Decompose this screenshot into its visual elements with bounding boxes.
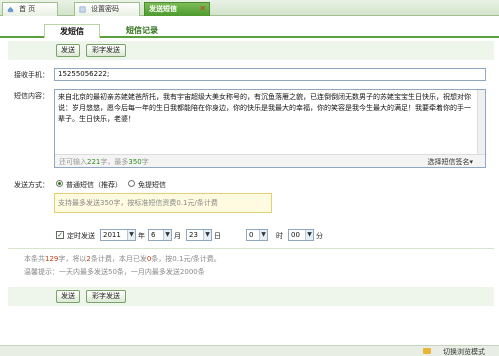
day-select[interactable]: 23 ▼ xyxy=(186,229,212,241)
tab-home-label: 首 页 xyxy=(19,5,36,13)
max-count: 350 xyxy=(128,158,142,166)
folder-icon xyxy=(423,348,431,354)
timed-send-label: 定时发送 xyxy=(67,232,95,240)
phone-input[interactable]: 15255056222; xyxy=(54,68,486,81)
year-select[interactable]: 2011 ▼ xyxy=(100,229,136,241)
toolbar xyxy=(8,41,494,60)
tab-set-password-label: 设置密码 xyxy=(91,5,119,13)
billing-summary: 本条共129字，将以2条计费，本月已发0条，按0.1元/条计费。 xyxy=(24,255,221,263)
switch-view-mode[interactable]: 切换浏览模式 xyxy=(443,347,485,356)
chevron-down-icon: ▼ xyxy=(259,230,267,240)
tab-set-password[interactable]: 设置密码 xyxy=(74,2,140,16)
hour-select[interactable]: 0 ▼ xyxy=(246,229,268,241)
textarea-footer: 还可输入221字，最多350字 选择短信签名▾ xyxy=(55,154,485,167)
chevron-down-icon: ▼ xyxy=(203,230,211,240)
content-label: 短信内容： xyxy=(14,92,49,100)
message-text: 来自北京的最初亲苏姥姥爸所托，我有宇宙超级大美女称号的，有沉鱼落雁之貌，已连倒倒… xyxy=(58,93,471,123)
phone-label: 接收手机： xyxy=(14,71,49,79)
send-mode-label: 发送方式： xyxy=(14,181,49,189)
free-sms-radio[interactable] xyxy=(128,180,135,187)
divider xyxy=(8,248,494,249)
chevron-down-icon: ▼ xyxy=(163,230,171,240)
hour-unit: 时 xyxy=(276,232,283,240)
tab-send-sms[interactable]: 发送短信 ✕ xyxy=(144,2,210,16)
window-tab-bar: 首 页 设置密码 发送短信 ✕ xyxy=(0,0,499,16)
textarea-scrollbar[interactable] xyxy=(477,90,485,155)
tab-send-message[interactable]: 发短信 xyxy=(44,24,100,38)
send-button-bottom[interactable]: 发送 xyxy=(56,290,80,303)
message-textarea[interactable]: 来自北京的最初亲苏姥姥爸所托，我有宇宙超级大美女称号的，有沉鱼落雁之貌，已连倒倒… xyxy=(54,89,486,168)
free-sms-label: 免提短信 xyxy=(138,181,166,189)
page-icon xyxy=(79,6,86,13)
chevron-down-icon: ▼ xyxy=(127,230,135,240)
chevron-down-icon: ▼ xyxy=(305,230,313,240)
month-select[interactable]: 6 ▼ xyxy=(148,229,172,241)
minute-select[interactable]: 00 ▼ xyxy=(288,229,314,241)
timed-send-checkbox[interactable]: ✓ xyxy=(56,231,64,239)
color-send-button-top[interactable]: 彩字发送 xyxy=(86,44,126,57)
color-send-button-bottom[interactable]: 彩字发送 xyxy=(86,290,126,303)
status-bar: 切换浏览模式 xyxy=(0,345,499,356)
minute-unit: 分 xyxy=(316,232,323,240)
bottom-toolbar xyxy=(8,287,494,306)
normal-sms-label: 普通短信（推荐） xyxy=(66,181,122,189)
month-unit: 月 xyxy=(174,232,181,240)
send-mode-hint: 支持最多发送350字，按标准短信资费0.1元/条计费 xyxy=(54,193,272,213)
remaining-count: 221 xyxy=(87,158,101,166)
home-icon xyxy=(7,6,14,13)
tab-message-history[interactable]: 短信记录 xyxy=(114,24,170,38)
year-unit: 年 xyxy=(138,232,145,240)
close-icon[interactable]: ✕ xyxy=(199,3,206,15)
char-counter: 还可输入221字，最多350字 xyxy=(59,158,149,166)
signature-select[interactable]: 选择短信签名▾ xyxy=(427,157,473,167)
tab-send-sms-label: 发送短信 xyxy=(149,5,177,13)
send-button-top[interactable]: 发送 xyxy=(56,44,80,57)
day-unit: 日 xyxy=(214,232,221,240)
normal-sms-radio[interactable] xyxy=(56,180,63,187)
tab-home[interactable]: 首 页 xyxy=(2,2,58,16)
tip-text: 温馨提示：一天内最多发送50条，一月内最多发送2000条 xyxy=(24,268,205,276)
sub-tab-bar: 发短信 短信记录 xyxy=(0,22,499,38)
